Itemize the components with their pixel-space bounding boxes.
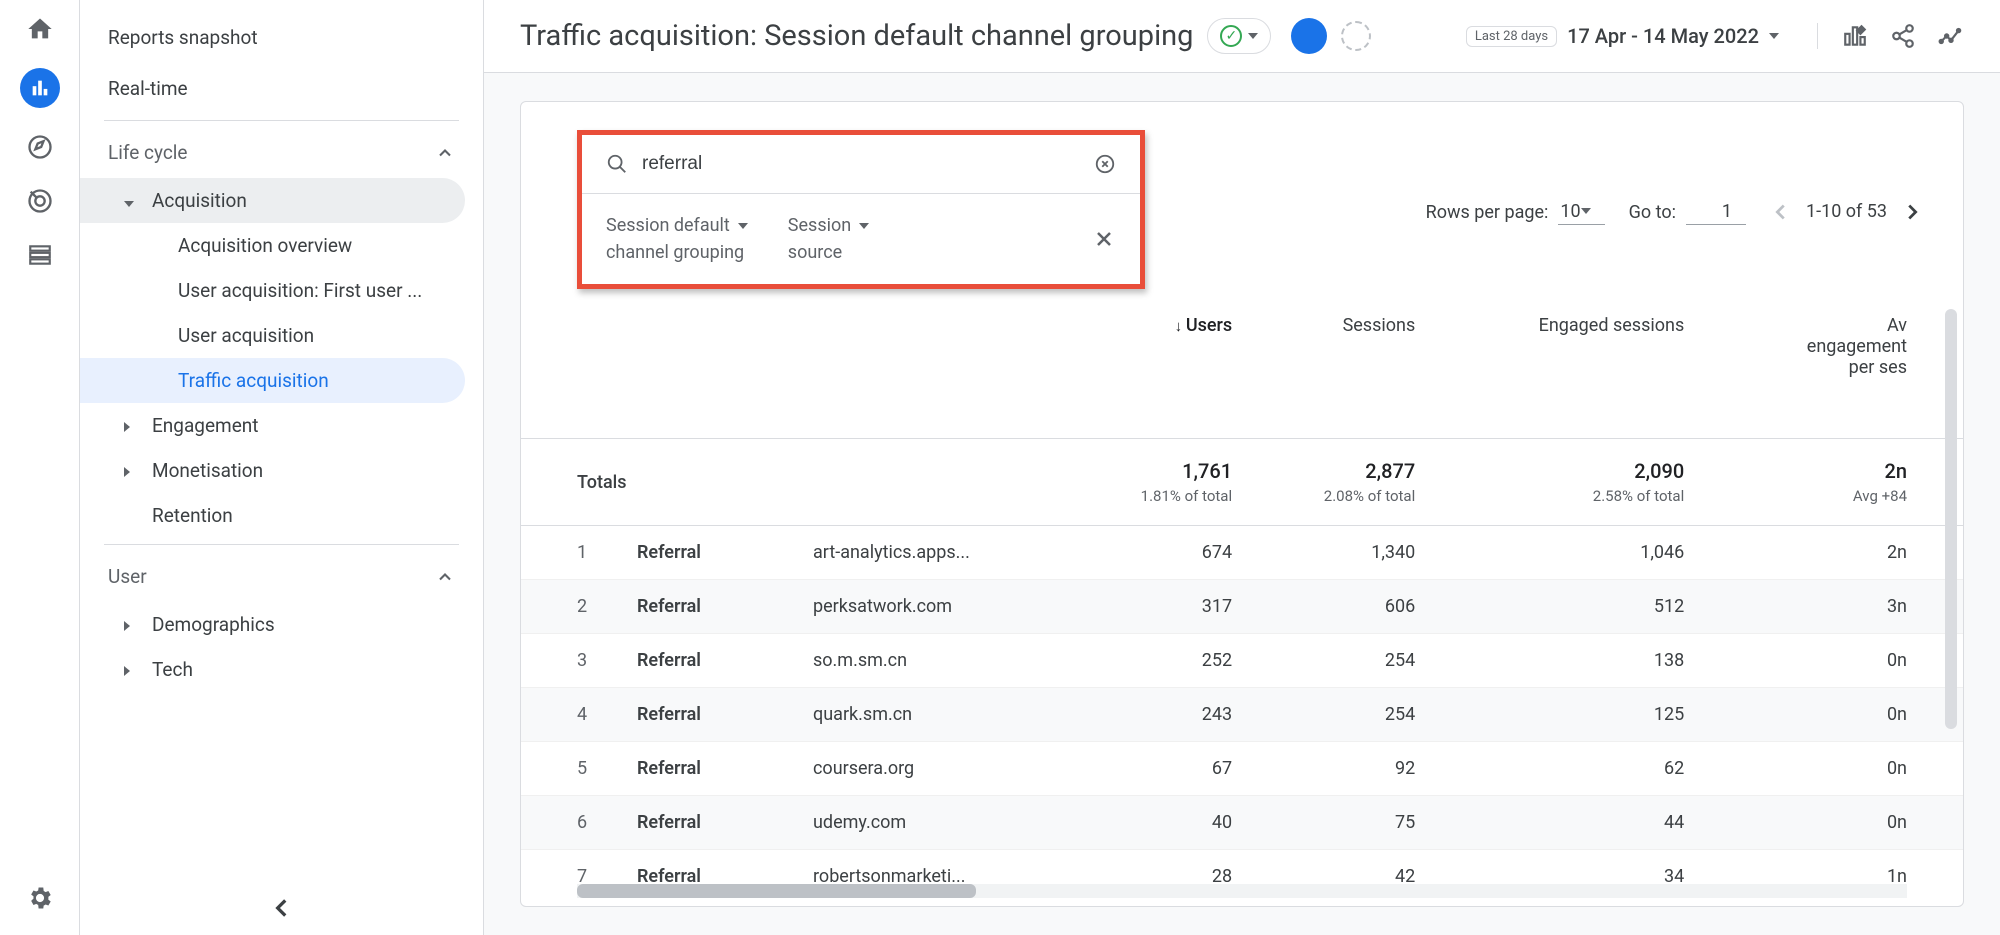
table-row[interactable]: 6Referraludemy.com4075440n	[521, 796, 1963, 850]
data-table: ↓ Users Sessions Engaged sessions Av eng…	[521, 299, 1963, 884]
chevron-down-icon	[738, 223, 748, 229]
secondary-dimension-dropdown[interactable]: Session source	[788, 212, 869, 266]
status-dropdown[interactable]: ✓	[1207, 18, 1271, 54]
add-comparison-icon[interactable]	[1341, 21, 1371, 51]
search-input[interactable]	[642, 153, 1080, 175]
rail-nav	[0, 0, 80, 935]
rows-per-page-control[interactable]: Rows per page: 10	[1426, 201, 1605, 225]
triangle-down-icon	[124, 189, 142, 212]
collapse-nav-button[interactable]	[269, 895, 295, 921]
nav-retention[interactable]: Retention	[80, 493, 465, 538]
nav-label: Tech	[152, 658, 193, 681]
column-engaged-sessions[interactable]: Engaged sessions	[1427, 299, 1696, 439]
triangle-right-icon	[124, 658, 142, 681]
date-range-text: 17 Apr - 14 May 2022	[1567, 24, 1759, 48]
nav-acquisition-overview[interactable]: Acquisition overview	[80, 223, 465, 268]
prev-page-button[interactable]	[1770, 201, 1792, 223]
chevron-down-icon	[1248, 33, 1258, 39]
share-icon[interactable]	[1890, 23, 1916, 49]
nav-engagement[interactable]: Engagement	[80, 403, 465, 448]
main: Traffic acquisition: Session default cha…	[484, 0, 2000, 935]
advertising-icon[interactable]	[25, 186, 55, 216]
nav-tech[interactable]: Tech	[80, 647, 465, 692]
admin-gear-icon[interactable]	[25, 883, 55, 913]
page-title: Traffic acquisition: Session default cha…	[520, 19, 1193, 53]
page-range-text: 1-10 of 53	[1806, 201, 1887, 222]
nav-label: Monetisation	[152, 459, 263, 482]
home-icon[interactable]	[25, 14, 55, 44]
nav-user-acquisition[interactable]: User acquisition	[80, 313, 465, 358]
chevron-up-icon	[435, 143, 455, 163]
nav-monetisation[interactable]: Monetisation	[80, 448, 465, 493]
vertical-scrollbar[interactable]	[1945, 309, 1957, 834]
remove-secondary-dimension-icon[interactable]	[1092, 227, 1116, 251]
goto-page-control[interactable]: Go to: 1	[1629, 201, 1746, 225]
horizontal-scrollbar[interactable]	[577, 884, 1907, 898]
date-range-picker[interactable]: Last 28 days 17 Apr - 14 May 2022	[1466, 24, 1779, 48]
table-row[interactable]: 4Referralquark.sm.cn2432541250n	[521, 688, 1963, 742]
chevron-up-icon	[435, 567, 455, 587]
column-users[interactable]: ↓ Users	[1061, 299, 1244, 439]
section-label: User	[108, 565, 147, 588]
next-page-button[interactable]	[1901, 201, 1923, 223]
divider	[104, 120, 459, 121]
chevron-down-icon	[1769, 33, 1779, 39]
section-label: Life cycle	[108, 141, 187, 164]
chevron-down-icon	[859, 223, 869, 229]
check-circle-icon: ✓	[1220, 25, 1242, 47]
table-row[interactable]: 7Referralrobertsonmarketi...2842341n	[521, 850, 1963, 885]
nav-reports-snapshot[interactable]: Reports snapshot	[80, 12, 483, 63]
triangle-right-icon	[124, 613, 142, 636]
nav-label: Acquisition	[152, 189, 247, 212]
divider	[104, 544, 459, 545]
column-sessions[interactable]: Sessions	[1244, 299, 1427, 439]
chevron-down-icon	[1581, 208, 1591, 214]
search-icon	[606, 153, 628, 175]
configure-icon[interactable]	[25, 240, 55, 270]
table-row[interactable]: 1Referralart-analytics.apps...6741,3401,…	[521, 526, 1963, 580]
report-card: Session default channel grouping Session…	[520, 101, 1964, 907]
avatar[interactable]	[1291, 18, 1327, 54]
nav-traffic-acquisition[interactable]: Traffic acquisition	[80, 358, 465, 403]
nav-label: Demographics	[152, 613, 275, 636]
table-row[interactable]: 2Referralperksatwork.com3176065123n	[521, 580, 1963, 634]
section-lifecycle[interactable]: Life cycle	[80, 127, 483, 178]
triangle-right-icon	[124, 459, 142, 482]
nav-label: Engagement	[152, 414, 259, 437]
insights-icon[interactable]	[1938, 23, 1964, 49]
table-row[interactable]: 5Referralcoursera.org6792620n	[521, 742, 1963, 796]
header-actions	[1817, 23, 1964, 49]
nav-realtime[interactable]: Real-time	[80, 63, 483, 114]
report-nav: Reports snapshot Real-time Life cycle Ac…	[80, 0, 484, 935]
nav-user-acquisition-first[interactable]: User acquisition: First user ...	[80, 268, 465, 313]
nav-acquisition[interactable]: Acquisition	[80, 178, 465, 223]
nav-label: Retention	[152, 504, 233, 527]
primary-dimension-dropdown[interactable]: Session default channel grouping	[606, 212, 748, 266]
totals-row: Totals 1,7611.81% of total 2,8772.08% of…	[521, 439, 1963, 526]
edit-report-icon[interactable]	[1842, 23, 1868, 49]
column-avg-engagement[interactable]: Av engagement per ses	[1696, 299, 1963, 439]
page-header: Traffic acquisition: Session default cha…	[484, 0, 2000, 73]
reports-icon[interactable]	[20, 68, 60, 108]
clear-search-icon[interactable]	[1094, 153, 1116, 175]
highlighted-filter-area: Session default channel grouping Session…	[577, 130, 1145, 289]
section-user[interactable]: User	[80, 551, 483, 602]
date-preset-badge: Last 28 days	[1466, 26, 1557, 47]
triangle-right-icon	[124, 414, 142, 437]
nav-demographics[interactable]: Demographics	[80, 602, 465, 647]
table-row[interactable]: 3Referralso.m.sm.cn2522541380n	[521, 634, 1963, 688]
explore-icon[interactable]	[25, 132, 55, 162]
